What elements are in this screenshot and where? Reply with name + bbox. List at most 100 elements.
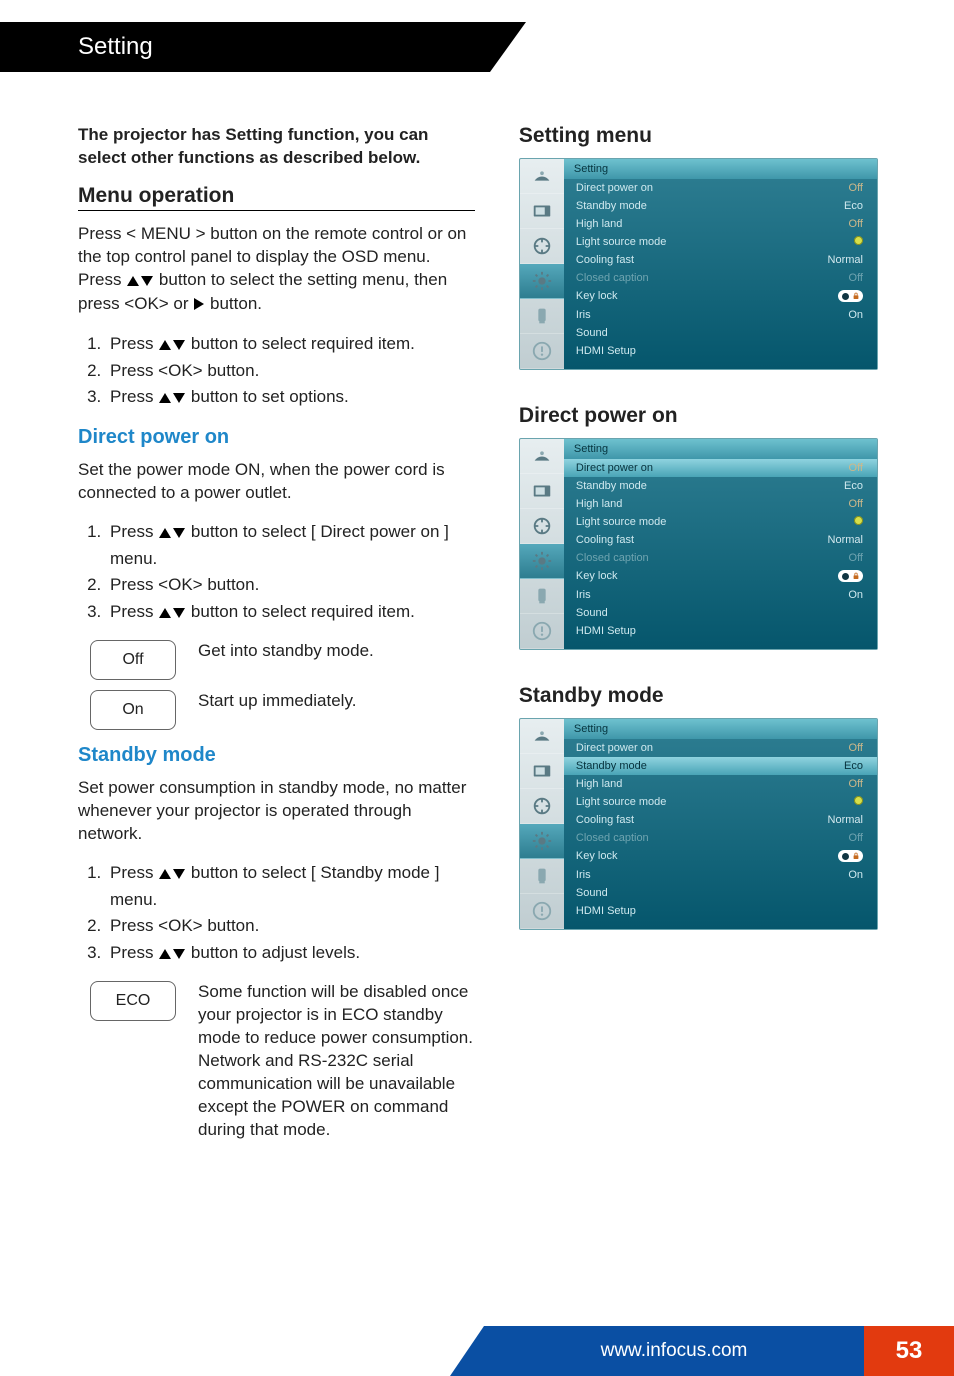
standby-mode-title: Standby mode <box>519 684 878 708</box>
osd-category-icon <box>520 544 564 579</box>
text: button to select required item. <box>186 334 415 353</box>
osd-category-icon <box>520 194 564 229</box>
page-title: Setting <box>0 22 490 72</box>
menu-operation-para: Press < MENU > button on the remote cont… <box>78 223 475 317</box>
osd-category-icon <box>520 439 564 474</box>
osd-category-icon <box>520 159 564 194</box>
osd-row-label: High land <box>576 778 622 790</box>
osd-title: Setting <box>564 719 877 739</box>
text: button. <box>205 294 262 313</box>
osd-row-label: Closed caption <box>576 832 649 844</box>
osd-row: Direct power on Off <box>564 179 877 197</box>
osd-row-label: Key lock <box>576 850 618 863</box>
osd-row-label: Sound <box>576 327 608 339</box>
osd-row-label: Sound <box>576 887 608 899</box>
osd-row-value: Off <box>849 218 863 230</box>
osd-row-label: Standby mode <box>576 200 647 212</box>
osd-row-label: Standby mode <box>576 480 647 492</box>
osd-category-icon <box>520 334 564 369</box>
header-band: Setting <box>0 22 954 72</box>
osd-row-label: Iris <box>576 309 591 321</box>
osd-row-label: High land <box>576 218 622 230</box>
osd-row-value: Eco <box>844 200 863 212</box>
step-1: Press button to select [ Standby mode ] … <box>106 860 475 914</box>
osd-row: HDMI Setup <box>564 342 877 360</box>
osd-row-value: On <box>848 309 863 321</box>
footer: www.infocus.com 53 <box>0 1326 954 1376</box>
menu-operation-steps: Press button to select required item. Pr… <box>84 331 475 412</box>
setting-menu-title: Setting menu <box>519 124 878 148</box>
osd-row: Standby modeEco <box>564 757 877 775</box>
osd-row-label: Closed caption <box>576 552 649 564</box>
osd-row-value: On <box>848 869 863 881</box>
osd-row-value: On <box>848 589 863 601</box>
osd-menu-dpo: SettingDirect power onOffStandby modeEco… <box>519 438 878 650</box>
direct-power-on-heading: Direct power on <box>78 426 475 449</box>
menu-operation-heading: Menu operation <box>78 184 475 211</box>
standby-mode-heading: Standby mode <box>78 744 475 767</box>
osd-menu-standby: Setting Direct power on Off Standby modeEco… <box>519 718 878 930</box>
osd-row: Sound <box>564 884 877 902</box>
osd-row-label: Light source mode <box>576 236 667 248</box>
up-down-arrow-icon <box>158 520 186 546</box>
osd-row: High land Off <box>564 215 877 233</box>
osd-row-label: Sound <box>576 607 608 619</box>
osd-row: High landOff <box>564 495 877 513</box>
standby-steps: Press button to select [ Standby mode ] … <box>84 860 475 967</box>
osd-category-icon <box>520 264 564 299</box>
text: Press <box>110 387 158 406</box>
osd-row: Direct power on Off <box>564 459 877 477</box>
option-eco-row: ECO Some function will be disabled once … <box>90 981 475 1142</box>
osd-category-icon <box>520 719 564 754</box>
osd-category-icon <box>520 789 564 824</box>
text: Press <box>110 522 158 541</box>
up-down-arrow-icon <box>158 332 186 358</box>
osd-row: High land Off <box>564 775 877 793</box>
step-2: Press <OK> button. <box>106 913 475 939</box>
osd-title: Setting <box>564 439 877 459</box>
osd-row-value: Normal <box>828 814 863 826</box>
osd-title: Setting <box>564 159 877 179</box>
osd-row: Iris On <box>564 306 877 324</box>
osd-row-value: Off <box>849 182 863 194</box>
step-2: Press <OK> button. <box>106 358 475 384</box>
osd-row-value: Off <box>849 742 863 754</box>
osd-row-label: Direct power on <box>576 462 653 474</box>
osd-row: Cooling fastNormal <box>564 531 877 549</box>
text: button to set options. <box>186 387 349 406</box>
osd-row-value: Off <box>849 272 863 284</box>
osd-row-value: Off <box>849 778 863 790</box>
osd-row: Standby mode Eco <box>564 197 877 215</box>
osd-row: Cooling fastNormal <box>564 251 877 269</box>
osd-category-icon <box>520 894 564 929</box>
osd-row-label: Direct power on <box>576 182 653 194</box>
osd-menu-setting: Setting Direct power on Off Standby mode Eco… <box>519 158 878 370</box>
option-on-desc: Start up immediately. <box>198 690 475 713</box>
direct-power-on-title: Direct power on <box>519 404 878 428</box>
left-column: The projector has Setting function, you … <box>78 124 475 1148</box>
text: Press <box>110 602 158 621</box>
osd-row-label: Direct power on <box>576 742 653 754</box>
osd-row-value <box>854 236 863 248</box>
osd-row-value: Eco <box>844 760 863 772</box>
step-3: Press button to select required item. <box>106 599 475 626</box>
osd-row-value: Off <box>849 462 863 474</box>
osd-row: Key lock <box>564 287 877 306</box>
intro-text: The projector has Setting function, you … <box>78 124 475 170</box>
osd-row-value: Normal <box>828 254 863 266</box>
osd-category-icon <box>520 299 564 334</box>
osd-row: Light source mode <box>564 233 877 251</box>
osd-category-icon <box>520 614 564 649</box>
osd-row: Sound <box>564 604 877 622</box>
osd-row-value <box>854 516 863 528</box>
step-1: Press button to select [ Direct power on… <box>106 519 475 573</box>
step-3: Press button to set options. <box>106 384 475 411</box>
option-off-row: Off Get into standby mode. <box>90 640 475 680</box>
osd-row: Sound <box>564 324 877 342</box>
step-1: Press button to select required item. <box>106 331 475 358</box>
osd-row-value <box>838 570 863 583</box>
osd-category-icon <box>520 824 564 859</box>
option-off-desc: Get into standby mode. <box>198 640 475 663</box>
text: Press <box>110 334 158 353</box>
osd-row-value <box>854 796 863 808</box>
